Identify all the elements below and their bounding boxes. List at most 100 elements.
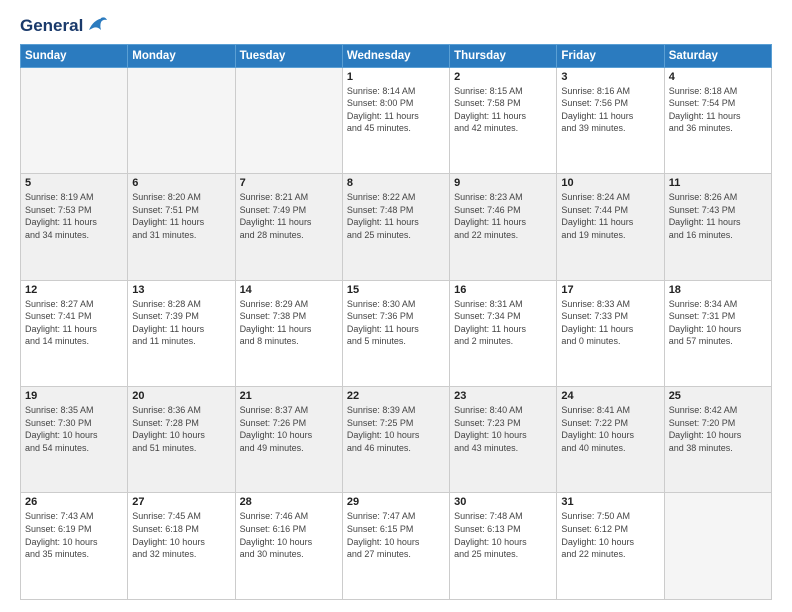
day-info: Sunrise: 8:16 AMSunset: 7:56 PMDaylight:… [561,85,659,135]
calendar-cell: 20Sunrise: 8:36 AMSunset: 7:28 PMDayligh… [128,387,235,493]
day-number: 10 [561,177,659,189]
day-info: Sunrise: 8:15 AMSunset: 7:58 PMDaylight:… [454,85,552,135]
day-number: 6 [132,177,230,189]
page: General Sunday Monday Tuesday Wednesday [0,0,792,612]
calendar-cell: 1Sunrise: 8:14 AMSunset: 8:00 PMDaylight… [342,67,449,173]
calendar-cell: 8 Sunrise: 8:22 AMSunset: 7:48 PMDaylight… [342,174,449,280]
day-info: Sunrise: 8:33 AMSunset: 7:33 PMDaylight:… [561,298,659,348]
calendar-cell: 24 Sunrise: 8:41 AMSunset: 7:22 PMDayligh… [557,387,664,493]
calendar-cell: 23 Sunrise: 8:40 AMSunset: 7:23 PMDayligh… [450,387,557,493]
logo-text: General [20,16,83,36]
day-number: 17 [561,284,659,296]
calendar-cell: 4 Sunrise: 8:18 AMSunset: 7:54 PMDaylight… [664,67,771,173]
calendar-cell [664,493,771,600]
day-number: 20 [132,390,230,402]
day-info: Sunrise: 7:45 AMSunset: 6:18 PMDaylight:… [132,510,230,560]
day-number: 24 [561,390,659,402]
day-number: 12 [25,284,123,296]
day-info: Sunrise: 8:29 AMSunset: 7:38 PMDaylight:… [240,298,338,348]
day-number: 30 [454,496,552,508]
day-info: Sunrise: 8:23 AMSunset: 7:46 PMDaylight:… [454,191,552,241]
day-number: 21 [240,390,338,402]
day-info: Sunrise: 8:39 AMSunset: 7:25 PMDaylight:… [347,404,445,454]
header-sunday: Sunday [21,44,128,67]
calendar-cell: 25 Sunrise: 8:42 AMSunset: 7:20 PMDayligh… [664,387,771,493]
calendar-week-row: 12 Sunrise: 8:27 AMSunset: 7:41 PMDayligh… [21,280,772,386]
day-info: Sunrise: 7:50 AMSunset: 6:12 PMDaylight:… [561,510,659,560]
day-number: 22 [347,390,445,402]
day-info: Sunrise: 8:18 AMSunset: 7:54 PMDaylight:… [669,85,767,135]
calendar-cell: 12 Sunrise: 8:27 AMSunset: 7:41 PMDayligh… [21,280,128,386]
day-number: 25 [669,390,767,402]
calendar-cell: 30Sunrise: 7:48 AMSunset: 6:13 PMDayligh… [450,493,557,600]
day-info: Sunrise: 8:40 AMSunset: 7:23 PMDaylight:… [454,404,552,454]
day-number: 31 [561,496,659,508]
day-number: 18 [669,284,767,296]
day-number: 13 [132,284,230,296]
calendar-cell: 28 Sunrise: 7:46 AMSunset: 6:16 PMDayligh… [235,493,342,600]
calendar-week-row: 5Sunrise: 8:19 AMSunset: 7:53 PMDaylight… [21,174,772,280]
calendar-cell: 6 Sunrise: 8:20 AMSunset: 7:51 PMDaylight… [128,174,235,280]
day-number: 29 [347,496,445,508]
calendar-cell: 11 Sunrise: 8:26 AMSunset: 7:43 PMDayligh… [664,174,771,280]
calendar-cell: 17 Sunrise: 8:33 AMSunset: 7:33 PMDayligh… [557,280,664,386]
calendar-cell: 16Sunrise: 8:31 AMSunset: 7:34 PMDayligh… [450,280,557,386]
day-number: 8 [347,177,445,189]
day-info: Sunrise: 8:31 AMSunset: 7:34 PMDaylight:… [454,298,552,348]
day-info: Sunrise: 8:24 AMSunset: 7:44 PMDaylight:… [561,191,659,241]
calendar-cell: 22 Sunrise: 8:39 AMSunset: 7:25 PMDayligh… [342,387,449,493]
calendar-cell [128,67,235,173]
logo: General [20,16,107,36]
calendar-cell: 3 Sunrise: 8:16 AMSunset: 7:56 PMDaylight… [557,67,664,173]
day-info: Sunrise: 8:41 AMSunset: 7:22 PMDaylight:… [561,404,659,454]
header-thursday: Thursday [450,44,557,67]
calendar-week-row: 1Sunrise: 8:14 AMSunset: 8:00 PMDaylight… [21,67,772,173]
calendar-cell: 15 Sunrise: 8:30 AMSunset: 7:36 PMDayligh… [342,280,449,386]
day-info: Sunrise: 7:46 AMSunset: 6:16 PMDaylight:… [240,510,338,560]
day-info: Sunrise: 7:47 AMSunset: 6:15 PMDaylight:… [347,510,445,560]
calendar-cell: 9 Sunrise: 8:23 AMSunset: 7:46 PMDaylight… [450,174,557,280]
day-number: 27 [132,496,230,508]
calendar-table: Sunday Monday Tuesday Wednesday Thursday… [20,44,772,600]
weekday-header-row: Sunday Monday Tuesday Wednesday Thursday… [21,44,772,67]
calendar-cell: 21 Sunrise: 8:37 AMSunset: 7:26 PMDayligh… [235,387,342,493]
calendar-cell: 18 Sunrise: 8:34 AMSunset: 7:31 PMDayligh… [664,280,771,386]
day-info: Sunrise: 8:26 AMSunset: 7:43 PMDaylight:… [669,191,767,241]
day-number: 11 [669,177,767,189]
calendar-cell: 27 Sunrise: 7:45 AMSunset: 6:18 PMDayligh… [128,493,235,600]
day-info: Sunrise: 8:20 AMSunset: 7:51 PMDaylight:… [132,191,230,241]
calendar-cell: 10 Sunrise: 8:24 AMSunset: 7:44 PMDayligh… [557,174,664,280]
day-number: 26 [25,496,123,508]
calendar-cell: 26 Sunrise: 7:43 AMSunset: 6:19 PMDayligh… [21,493,128,600]
header-wednesday: Wednesday [342,44,449,67]
day-info: Sunrise: 8:42 AMSunset: 7:20 PMDaylight:… [669,404,767,454]
day-info: Sunrise: 8:37 AMSunset: 7:26 PMDaylight:… [240,404,338,454]
calendar-cell [235,67,342,173]
day-number: 28 [240,496,338,508]
day-number: 2 [454,71,552,83]
day-info: Sunrise: 8:22 AMSunset: 7:48 PMDaylight:… [347,191,445,241]
day-info: Sunrise: 8:14 AMSunset: 8:00 PMDaylight:… [347,85,445,135]
day-number: 3 [561,71,659,83]
calendar-cell: 19Sunrise: 8:35 AMSunset: 7:30 PMDayligh… [21,387,128,493]
day-number: 9 [454,177,552,189]
calendar-cell: 7Sunrise: 8:21 AMSunset: 7:49 PMDaylight… [235,174,342,280]
day-number: 23 [454,390,552,402]
calendar-week-row: 19Sunrise: 8:35 AMSunset: 7:30 PMDayligh… [21,387,772,493]
header-monday: Monday [128,44,235,67]
day-info: Sunrise: 8:34 AMSunset: 7:31 PMDaylight:… [669,298,767,348]
day-number: 5 [25,177,123,189]
header: General [20,16,772,36]
day-number: 19 [25,390,123,402]
day-info: Sunrise: 7:43 AMSunset: 6:19 PMDaylight:… [25,510,123,560]
day-number: 7 [240,177,338,189]
day-number: 14 [240,284,338,296]
header-friday: Friday [557,44,664,67]
header-tuesday: Tuesday [235,44,342,67]
calendar-cell [21,67,128,173]
day-info: Sunrise: 8:28 AMSunset: 7:39 PMDaylight:… [132,298,230,348]
day-info: Sunrise: 8:30 AMSunset: 7:36 PMDaylight:… [347,298,445,348]
day-number: 4 [669,71,767,83]
day-number: 15 [347,284,445,296]
day-info: Sunrise: 8:27 AMSunset: 7:41 PMDaylight:… [25,298,123,348]
